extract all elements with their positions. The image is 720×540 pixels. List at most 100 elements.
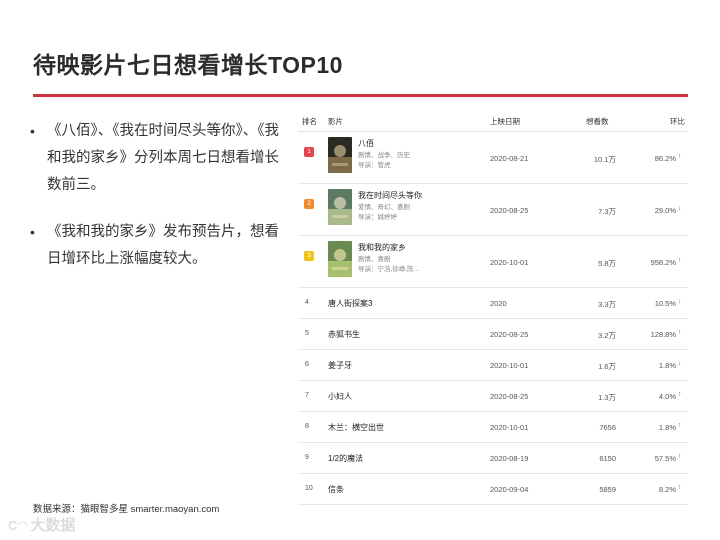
bullet-dot-icon: •	[30, 123, 35, 139]
table-row: 5 赤狐书生 2020-08-25 3.2万 128.8% ↑	[298, 319, 688, 350]
movie-director: 导演：管虎	[358, 162, 391, 169]
rank-number: 7	[305, 392, 309, 399]
movie-name: 姜子牙	[328, 361, 352, 370]
ratio-value: 4.0%	[658, 392, 676, 401]
ratio-value: 8.2%	[658, 485, 676, 494]
rank-badge: 1	[304, 147, 314, 157]
ratio-value: 958.2%	[650, 258, 676, 267]
release-date: 2020-08-25	[490, 330, 529, 339]
rank-number: 4	[305, 299, 309, 306]
movie-name: 赤狐书生	[328, 330, 360, 339]
bullet-text: 《我和我的家乡》发布预告片，想看日增环比上涨幅度较大。	[47, 224, 279, 267]
want-count: 6150	[599, 454, 616, 463]
table-row: 10 信条 2020-09-04 5859 8.2% ↑	[298, 474, 688, 505]
movie-name: 我和我的家乡	[358, 243, 406, 252]
want-count: 1.6万	[598, 362, 616, 371]
data-source: 数据来源：猫眼智多星 smarter.maoyan.com	[33, 504, 220, 515]
table-row: 9 1/2的魔法 2020-08-19 6150 57.5% ↑	[298, 443, 688, 474]
bullet-text: 《八佰》、《我在时间尽头等你》、《我和我的家乡》分列本周七日想看增长数前三。	[47, 123, 279, 193]
arrow-up-icon: ↑	[678, 422, 682, 429]
title-divider	[33, 94, 688, 97]
want-count: 5859	[599, 485, 616, 494]
want-count: 1.3万	[598, 393, 616, 402]
movie-genre: 剧情、喜剧	[358, 256, 391, 263]
arrow-down-icon: ↓	[678, 298, 682, 305]
arrow-up-icon: ↑	[678, 453, 682, 460]
movie-genre: 爱情、奇幻、喜剧	[358, 204, 410, 211]
rank-badge: 2	[304, 199, 314, 209]
release-date: 2020-10-01	[490, 423, 529, 432]
ratio-value: 1.8%	[658, 361, 676, 370]
table-header: 排名 影片 上映日期 想看数 环比	[298, 108, 688, 132]
table-row: 1 八佰剧情、战争、历史 导演：管虎 2020-08-21 10.1万 86.2% ↑	[298, 132, 688, 184]
want-count: 3.3万	[598, 300, 616, 309]
release-date: 2020	[490, 299, 507, 308]
movie-name: 木兰：横空出世	[328, 423, 384, 432]
movie-name: 唐人街探案3	[328, 299, 373, 308]
rank-number: 6	[305, 361, 309, 368]
table-body: 1 八佰 剧情、战争、历史 导演：管虎 2020-08-21 10.1万 86.2% ↑ 2 我在…	[298, 132, 688, 505]
release-date: 2020-08-25	[490, 392, 529, 401]
header-count: 想看数	[586, 117, 609, 126]
rank-number: 9	[305, 454, 309, 461]
movie-director: 导演：宁浩,徐峥,陈...	[358, 266, 420, 273]
release-date: 2020-08-19	[490, 454, 529, 463]
movie-poster-image	[328, 241, 352, 277]
movie-name: 我在时间尽头等你	[358, 191, 422, 200]
table-row: 2 我在时间尽头等你 爱情、奇幻、喜剧 导演：姚婷婷 2020-08-25 7.3万 29.…	[298, 184, 688, 236]
bullet-dot-icon: •	[30, 224, 35, 240]
want-count: 5.8万	[598, 259, 616, 268]
rank-number: 5	[305, 330, 309, 337]
movie-poster-image	[328, 137, 352, 173]
want-count: 10.1万	[593, 155, 616, 164]
arrow-up-icon: ↑	[678, 257, 682, 264]
movie-director: 导演：姚婷婷	[358, 214, 397, 221]
ratio-value: 10.5%	[654, 299, 676, 308]
watermark-text: 大数据	[30, 517, 76, 534]
release-date: 2020-10-01	[490, 361, 529, 370]
arrow-down-icon: ↓	[678, 360, 682, 367]
header-film: 影片	[328, 117, 343, 126]
ratio-value: 1.8%	[658, 423, 676, 432]
arrow-up-icon: ↑	[678, 153, 682, 160]
movie-genre: 剧情、战争、历史	[358, 152, 410, 159]
table-row: 8 木兰：横空出世 2020-10-01 7656 1.8% ↑	[298, 412, 688, 443]
page-title: 待映影片七日想看增长TOP10	[33, 52, 343, 78]
header-ratio: 环比	[670, 117, 685, 126]
summary-bullets: • 《八佰》、《我在时间尽头等你》、《我和我的家乡》分列本周七日想看增长数前三。…	[30, 118, 280, 273]
watermark: C◠ 大数据	[8, 514, 75, 535]
movie-name: 信条	[328, 485, 344, 494]
rank-badge: 3	[304, 251, 314, 261]
ranking-table: 排名 影片 上映日期 想看数 环比 1 八佰剧情、战争、历史 导演：管虎 2020-0…	[298, 108, 688, 505]
table-row: 3 我和我的家乡 剧情、喜剧导演：宁浩,徐峥,陈... 2020-10-01 5.8万 9…	[298, 236, 688, 288]
release-date: 2020-10-01	[490, 258, 529, 267]
header-rank: 排名	[302, 117, 317, 126]
table-row: 6 姜子牙 2020-10-01 1.6万 1.8% ↓	[298, 350, 688, 381]
arrow-down-icon: ↓	[678, 205, 682, 212]
release-date: 2020-08-21	[490, 154, 529, 163]
movie-name: 小妇人	[328, 392, 352, 401]
movie-name: 1/2的魔法	[328, 454, 364, 463]
movie-poster-image	[328, 189, 352, 225]
rank-number: 10	[305, 485, 313, 492]
rank-number: 8	[305, 423, 309, 430]
table-row: 7 小妇人 2020-08-25 1.3万 4.0% ↑	[298, 381, 688, 412]
bullet-item: • 《我和我的家乡》发布预告片，想看日增环比上涨幅度较大。	[30, 219, 280, 273]
ratio-value: 86.2%	[654, 154, 676, 163]
arrow-up-icon: ↑	[678, 391, 682, 398]
arrow-up-icon: ↑	[678, 484, 682, 491]
ratio-value: 57.5%	[654, 454, 676, 463]
movie-name: 八佰	[358, 139, 374, 148]
want-count: 7656	[599, 423, 616, 432]
arrow-up-icon: ↑	[678, 329, 682, 336]
ratio-value: 128.8%	[650, 330, 676, 339]
release-date: 2020-08-25	[490, 206, 529, 215]
ratio-value: 29.0%	[654, 206, 676, 215]
table-row: 4 唐人街探案3 2020 3.3万 10.5% ↓	[298, 288, 688, 319]
bullet-item: • 《八佰》、《我在时间尽头等你》、《我和我的家乡》分列本周七日想看增长数前三。	[30, 118, 280, 199]
want-count: 3.2万	[598, 331, 616, 340]
watermark-logo-icon: C◠	[8, 518, 28, 533]
release-date: 2020-09-04	[490, 485, 529, 494]
header-date: 上映日期	[490, 117, 520, 126]
want-count: 7.3万	[598, 207, 616, 216]
